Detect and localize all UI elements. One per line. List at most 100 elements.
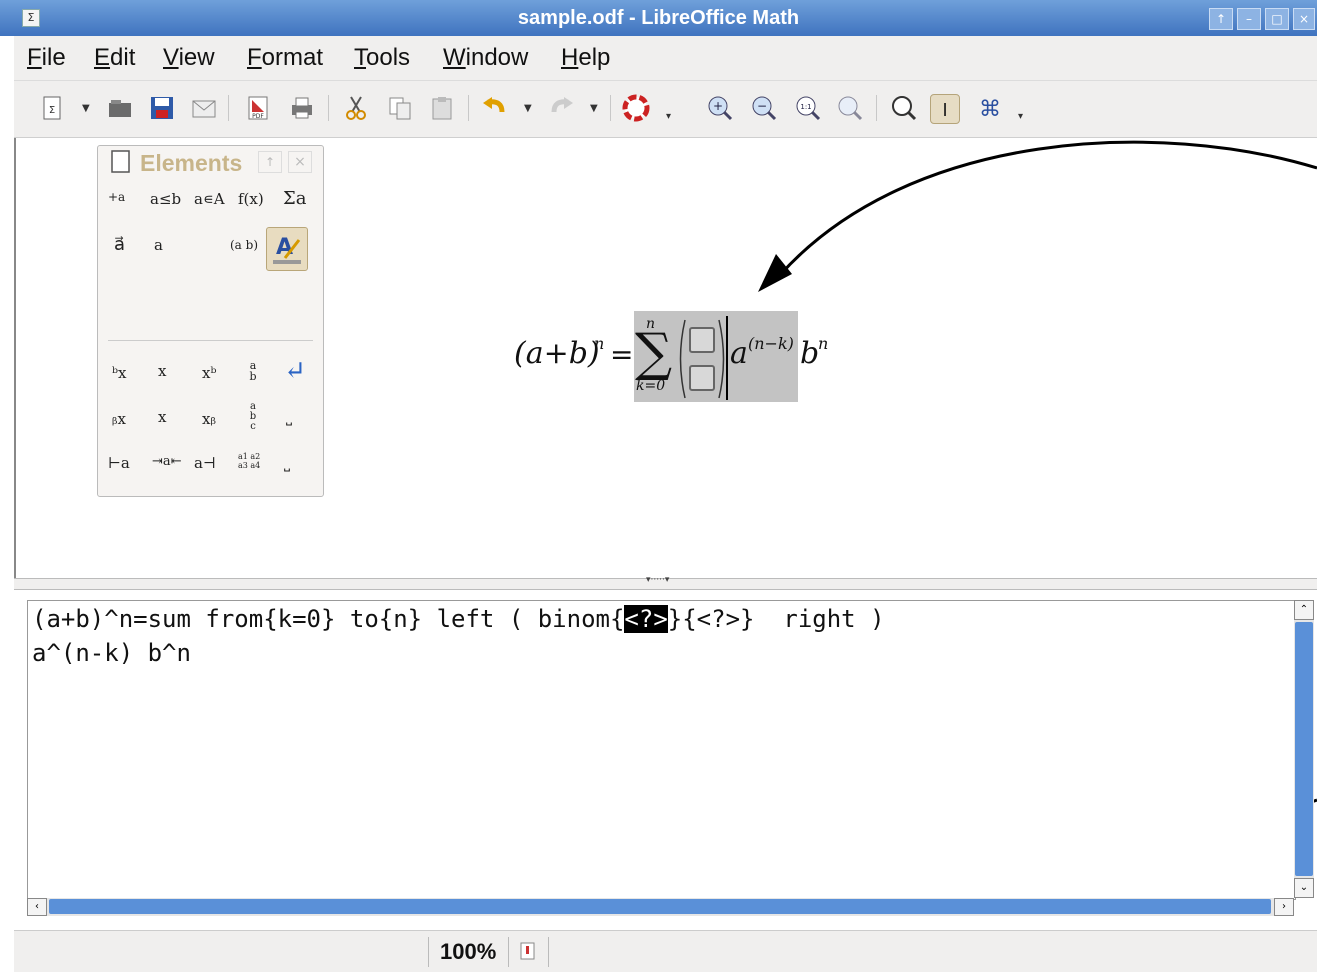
window-minimize-button[interactable]: – [1237,8,1261,30]
left-superscript-element[interactable]: ᵇx [112,364,126,382]
scroll-down-button[interactable]: ⌄ [1294,878,1314,898]
svg-text:1:1: 1:1 [800,103,811,111]
vertical-stack-element[interactable]: a b [246,360,260,382]
brackets-icon[interactable]: (a b) [230,238,258,252]
scroll-up-button[interactable]: ⌃ [1294,600,1314,620]
window-shade-button[interactable]: ↑ [1209,8,1233,30]
formula-cursor [726,316,728,400]
menu-window[interactable]: Window [443,44,528,72]
formula-lhs[interactable]: (a+b) [514,336,600,371]
status-bar: 100% [14,930,1317,972]
menu-tools[interactable]: Tools [354,44,410,72]
new-dropdown-icon[interactable]: ▼ [82,103,90,114]
title-bar: Σ sample.odf - LibreOffice Math ↑ – □ × [0,0,1317,36]
svg-text:PDF: PDF [252,113,264,120]
toolbar-overflow-icon-2[interactable]: ▾ [1018,111,1023,122]
show-all-icon[interactable] [836,94,864,122]
panel-divider [108,340,313,341]
new-line-element[interactable]: ↵ [284,356,306,386]
svg-text:⌘: ⌘ [979,97,1001,122]
help-icon[interactable] [622,94,650,122]
zoom-out-icon[interactable]: − [750,94,778,122]
toolbar-overflow-icon[interactable]: ▾ [666,111,671,122]
formula-lhs-exponent[interactable]: n [594,334,604,353]
superscript-top-element[interactable]: x [158,362,166,380]
view-splitter[interactable]: ▾·····▾ [14,575,1317,590]
copy-icon[interactable] [386,94,414,122]
new-formula-icon[interactable]: Σ [38,94,66,122]
panel-close-button[interactable]: × [288,151,312,173]
menu-file[interactable]: File [27,44,66,72]
command-editor[interactable]: (a+b)^n=sum from{k=0} to{n} left ( binom… [27,600,1296,900]
relations-icon[interactable]: a≤b [150,190,181,208]
menu-format[interactable]: Format [247,44,323,72]
print-icon[interactable] [288,94,316,122]
formats-icon: A [273,235,301,264]
vertical-stack-3-element[interactable]: a b c [246,402,260,432]
right-superscript-element[interactable]: xᵇ [202,364,216,382]
email-icon[interactable] [190,94,218,122]
editor-text-after[interactable]: }{<?>} right ) [668,605,885,633]
editor-line-2[interactable]: a^(n-k) b^n [32,639,191,667]
small-gap-element[interactable]: ⎵ [286,408,292,426]
menu-bar: File Edit View Format Tools Window Help [14,36,1317,81]
horizontal-scroll-thumb[interactable] [49,899,1271,914]
open-icon[interactable] [106,94,134,122]
menu-help[interactable]: Help [561,44,610,72]
align-center-element[interactable]: ⇥a⇤ [152,454,182,469]
formula-cursor-icon[interactable]: I [930,94,960,124]
symbols-icon[interactable]: ⌘ [976,94,1004,122]
horizontal-scrollbar[interactable]: ‹ › [27,898,1294,916]
redo-dropdown-icon[interactable]: ▼ [590,103,598,114]
window-title: sample.odf - LibreOffice Math [517,7,800,29]
sum-lower-limit[interactable]: k=0 [636,378,665,394]
window-maximize-button[interactable]: □ [1265,8,1289,30]
splitter-grip-icon[interactable]: ▾·····▾ [646,575,669,585]
vertical-scrollbar[interactable]: ⌃ ⌄ [1294,600,1314,898]
unary-binary-operators-icon[interactable]: +a [108,190,125,204]
sum-symbol[interactable]: ∑ [635,323,672,383]
window-close-button[interactable]: × [1293,8,1315,30]
zoom-100-icon[interactable]: 1:1 [794,94,822,122]
attributes-icon[interactable]: a⃗ [114,234,125,255]
panel-dock-button[interactable]: ↑ [258,151,282,173]
set-operations-icon[interactable]: a∊A [194,190,225,208]
document-icon [111,150,130,173]
gap-element[interactable]: ⎵ [284,454,290,472]
right-subscript-element[interactable]: xᵦ [202,410,216,428]
update-icon[interactable] [890,94,918,122]
zoom-level[interactable]: 100% [440,939,496,965]
operators-icon[interactable]: Σa [283,188,306,209]
undo-icon[interactable] [480,94,508,122]
scroll-left-button[interactable]: ‹ [27,898,47,916]
save-icon[interactable] [148,94,176,122]
redo-icon[interactable] [548,94,576,122]
svg-text:Σ: Σ [49,105,55,116]
svg-text:I: I [942,100,947,121]
editor-selected-placeholder[interactable]: <?> [624,605,668,633]
export-pdf-icon[interactable]: PDF [244,94,272,122]
vertical-scroll-thumb[interactable] [1295,622,1313,876]
others-icon[interactable]: a [154,236,163,254]
functions-icon[interactable]: f(x) [238,190,264,208]
formats-category-button[interactable]: A [266,227,308,271]
document-modified-icon[interactable] [518,941,538,961]
left-subscript-element[interactable]: ᵦx [112,410,126,428]
standard-toolbar: Σ ▼ PDF ▼ ▼ ▾ + − 1:1 I ⌘ ▾ [14,81,1317,138]
align-left-element[interactable]: ⊢a [108,454,130,472]
formula-equals[interactable]: = [610,338,633,371]
undo-dropdown-icon[interactable]: ▼ [524,103,532,114]
status-divider [428,937,429,967]
editor-text-before[interactable]: (a+b)^n=sum from{k=0} to{n} left ( binom… [32,605,624,633]
menu-edit[interactable]: Edit [94,44,135,72]
scroll-right-button[interactable]: › [1274,898,1294,916]
binom-with-parentheses[interactable] [676,316,728,402]
subscript-bottom-element[interactable]: x [158,408,166,426]
menu-view[interactable]: View [163,44,215,72]
svg-text:+: + [713,99,723,113]
matrix-element[interactable]: a1 a2 a3 a4 [238,452,268,470]
align-right-element[interactable]: a⊣ [194,454,216,472]
zoom-in-icon[interactable]: + [706,94,734,122]
cut-icon[interactable] [342,94,370,122]
paste-icon[interactable] [428,94,456,122]
